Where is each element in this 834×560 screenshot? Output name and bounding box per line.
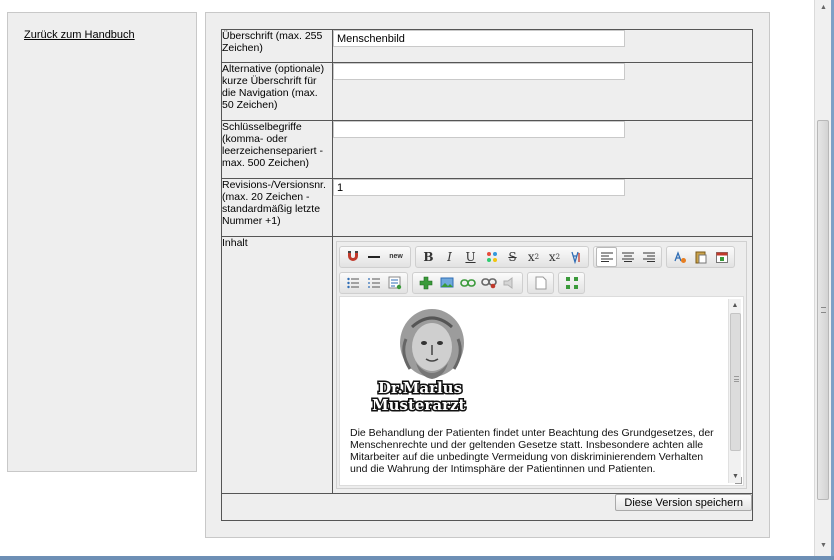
align-right-icon[interactable] (638, 247, 659, 267)
window-scrollbar[interactable]: ▲ ▼ (814, 0, 831, 556)
strikethrough-icon[interactable]: S (502, 247, 523, 267)
form-row-keywords: Schlüsselbegriffe (komma- oder leerzeich… (221, 120, 753, 179)
version-form: Überschrift (max. 255 Zeichen) Alternati… (221, 29, 753, 521)
remove-format-icon[interactable] (342, 247, 363, 267)
spellcheck-icon[interactable] (669, 247, 690, 267)
insert-image-icon[interactable] (436, 273, 457, 293)
subscript-icon[interactable]: x2 (523, 247, 544, 267)
main-panel: Überschrift (max. 255 Zeichen) Alternati… (205, 12, 770, 538)
horizontal-rule-icon[interactable] (363, 247, 384, 267)
text-color-icon[interactable] (481, 247, 502, 267)
indent-icon[interactable] (384, 273, 405, 293)
form-row-alt-title: Alternative (optionale) kurze Überschrif… (221, 62, 753, 121)
resize-handle-icon[interactable] (735, 477, 742, 484)
editor-scrollbar[interactable]: ▲ ▼ (728, 299, 741, 483)
align-center-icon[interactable] (617, 247, 638, 267)
paste-icon[interactable] (690, 247, 711, 267)
insert-date-icon[interactable] (711, 247, 732, 267)
save-version-button[interactable]: Diese Version speichern (615, 494, 752, 511)
sidebar: Zurück zum Handbuch (7, 12, 197, 472)
remove-link-icon[interactable] (478, 273, 499, 293)
numbered-list-icon[interactable] (363, 273, 384, 293)
window-scroll-thumb[interactable] (817, 120, 829, 500)
version-input[interactable] (333, 179, 625, 196)
editor-toolbar-row-2 (337, 268, 746, 294)
content-paragraph: Die Behandlung der Patienten findet unte… (350, 427, 714, 475)
fullscreen-icon[interactable] (561, 273, 582, 293)
alt-title-input[interactable] (333, 63, 625, 80)
rich-text-editor: new B I U S x2 x2 Dr.Marlus Musterarzt D… (336, 241, 747, 489)
bold-icon[interactable]: B (418, 247, 439, 267)
add-icon[interactable] (415, 273, 436, 293)
editor-toolbar-row-1: new B I U S x2 x2 (337, 242, 746, 268)
title-input[interactable] (333, 30, 625, 47)
doctor-logo: Dr.Marlus Musterarzt (362, 305, 492, 416)
text-direction-icon[interactable] (565, 247, 586, 267)
logo-text-line-2: Musterarzt (372, 396, 465, 414)
italic-icon[interactable]: I (439, 247, 460, 267)
form-row-version: Revisions-/Versionsnr. (max. 20 Zeichen … (221, 178, 753, 237)
form-row-actions: Diese Version speichern (221, 493, 753, 521)
superscript-icon[interactable]: x2 (544, 247, 565, 267)
view-source-icon[interactable] (530, 273, 551, 293)
version-label: Revisions-/Versionsnr. (max. 20 Zeichen … (221, 178, 333, 237)
form-row-content: Inhalt new B I U S x 2 x 2 Dr.Marlus Mus… (221, 236, 753, 494)
window-scroll-down-icon[interactable]: ▼ (815, 542, 832, 549)
keywords-label: Schlüsselbegriffe (komma- oder leerzeich… (221, 120, 333, 179)
editor-scroll-thumb[interactable] (730, 313, 741, 451)
anchor-icon[interactable] (499, 273, 520, 293)
window-scroll-up-icon[interactable]: ▲ (815, 4, 832, 11)
window-frame-bottom (0, 556, 834, 560)
bullet-list-icon[interactable] (342, 273, 363, 293)
keywords-input[interactable] (333, 121, 625, 138)
content-label: Inhalt (221, 236, 333, 494)
editor-content-area[interactable]: Dr.Marlus Musterarzt Die Behandlung der … (339, 296, 744, 486)
back-to-manual-link[interactable]: Zurück zum Handbuch (24, 29, 135, 41)
form-row-title: Überschrift (max. 255 Zeichen) (221, 29, 753, 63)
logo-text-line-1: Dr.Marlus (378, 379, 462, 397)
new-document-icon[interactable]: new (384, 247, 408, 267)
title-label: Überschrift (max. 255 Zeichen) (221, 29, 333, 63)
alt-title-label: Alternative (optionale) kurze Überschrif… (221, 62, 333, 121)
insert-link-icon[interactable] (457, 273, 478, 293)
align-left-icon[interactable] (596, 246, 617, 267)
underline-icon[interactable]: U (460, 247, 481, 267)
scroll-up-icon[interactable]: ▲ (729, 299, 741, 312)
